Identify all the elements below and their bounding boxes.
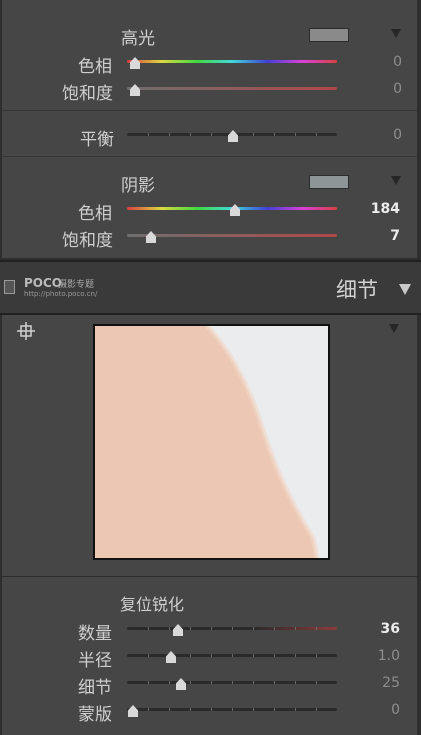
detail-slider[interactable] [127, 675, 337, 691]
hue-spectrum-track [127, 60, 337, 63]
divider [2, 110, 417, 111]
preview-image [95, 326, 320, 558]
shadows-hue-slider[interactable] [127, 201, 337, 217]
detail-label: 细节 [78, 678, 112, 698]
preview-options-triangle-icon[interactable] [389, 324, 399, 333]
detail-thumb[interactable] [176, 678, 186, 690]
divider [2, 576, 417, 577]
highlights-color-swatch[interactable] [309, 28, 349, 42]
shadows-saturation-label: 饱和度 [62, 231, 113, 251]
highlights-title: 高光 [121, 29, 155, 49]
detail-panel: 复位锐化 数量 36 半径 1.0 细节 25 蒙版 0 [2, 315, 417, 735]
highlights-hue-thumb[interactable] [130, 57, 140, 69]
radius-value[interactable]: 1.0 [360, 648, 400, 664]
shadows-saturation-value[interactable]: 7 [360, 228, 400, 244]
sharpening-title[interactable]: 复位锐化 [120, 591, 184, 615]
saturation-track [127, 87, 337, 90]
radius-label: 半径 [78, 651, 112, 671]
split-toning-panel: 高光 色相 0 饱和度 0 平衡 0 阴影 色相 184 饱和度 7 [2, 0, 417, 258]
watermark-url: http://photo.poco.cn/ [24, 290, 98, 298]
highlights-hue-slider[interactable] [127, 54, 337, 70]
highlights-saturation-label: 饱和度 [62, 84, 113, 104]
detail-panel-title: 细节 [336, 278, 378, 302]
highlights-saturation-thumb[interactable] [130, 84, 140, 96]
amount-slider[interactable] [127, 621, 337, 637]
balance-value[interactable]: 0 [362, 127, 402, 143]
shadows-hue-thumb[interactable] [230, 204, 240, 216]
masking-slider[interactable] [127, 702, 337, 718]
detail-value[interactable]: 25 [360, 675, 400, 691]
masking-track [127, 708, 337, 711]
detail-collapse-triangle-icon[interactable] [399, 284, 411, 295]
highlights-collapse-triangle-icon[interactable] [391, 29, 401, 38]
masking-thumb[interactable] [128, 705, 138, 717]
shadows-collapse-triangle-icon[interactable] [391, 176, 401, 185]
detail-preview[interactable] [93, 324, 330, 560]
detail-track [127, 681, 337, 684]
radius-slider[interactable] [127, 648, 337, 664]
shadows-hue-label: 色相 [78, 204, 112, 224]
highlights-hue-value[interactable]: 0 [362, 54, 402, 70]
amount-label: 数量 [78, 624, 112, 644]
watermark-brand: POCO [24, 276, 63, 290]
target-adjust-crosshair-icon[interactable] [17, 322, 35, 340]
highlights-saturation-slider[interactable] [127, 81, 337, 97]
detail-panel-header[interactable]: POCO 摄影专题 http://photo.poco.cn/ 细节 [0, 260, 421, 315]
saturation-track [127, 234, 337, 237]
amount-thumb[interactable] [173, 624, 183, 636]
masking-label: 蒙版 [78, 705, 112, 725]
amount-value[interactable]: 36 [360, 621, 400, 637]
highlights-hue-label: 色相 [78, 57, 112, 77]
balance-label: 平衡 [80, 130, 114, 150]
shadows-saturation-slider[interactable] [127, 228, 337, 244]
balance-slider[interactable] [127, 127, 337, 143]
highlights-saturation-value[interactable]: 0 [362, 81, 402, 97]
shadows-color-swatch[interactable] [309, 175, 349, 189]
amount-track [127, 627, 337, 630]
shadows-hue-value[interactable]: 184 [360, 201, 400, 217]
masking-value[interactable]: 0 [360, 702, 400, 718]
shadows-title: 阴影 [121, 176, 155, 196]
radius-thumb[interactable] [166, 651, 176, 663]
shadows-saturation-thumb[interactable] [146, 231, 156, 243]
panel-toggle-icon[interactable] [4, 280, 15, 294]
balance-thumb[interactable] [228, 130, 238, 142]
divider [2, 156, 417, 157]
radius-track [127, 654, 337, 657]
watermark-sub: 摄影专题 [58, 280, 95, 290]
